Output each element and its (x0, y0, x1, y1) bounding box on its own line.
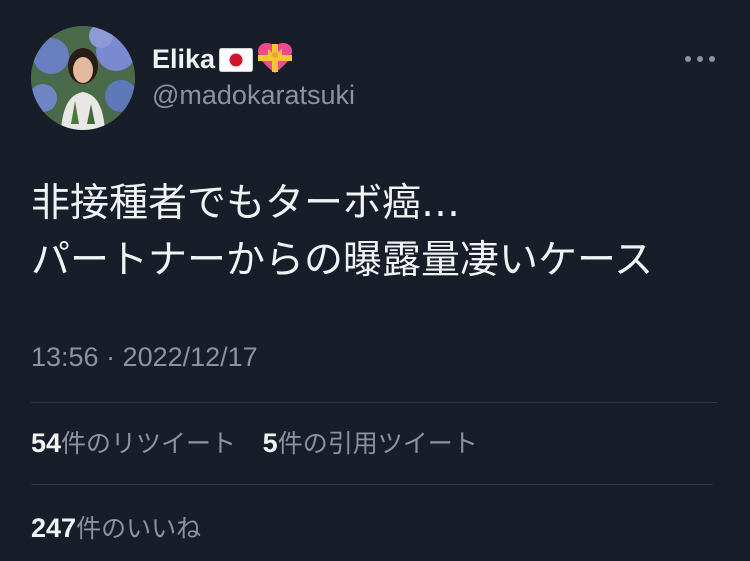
tweet-body: 非接種者でもターボ癌… パートナーからの曝露量凄いケース (31, 175, 653, 289)
retweet-stats-row: 54件のリツイート 5件の引用ツイート (31, 424, 496, 460)
display-name[interactable]: Elika (152, 42, 293, 76)
quotes-count: 5 (262, 428, 278, 458)
heart-with-ribbon-icon (257, 42, 293, 76)
retweets-stat[interactable]: 54件のリツイート (31, 424, 236, 460)
profile-photo-icon (31, 26, 135, 130)
tweet-line-1: 非接種者でもターボ癌… (31, 181, 461, 226)
display-name-text: Elika (152, 43, 216, 74)
quotes-stat[interactable]: 5件の引用ツイート (263, 424, 478, 460)
likes-label: 件のいいね (76, 514, 202, 543)
likes-stats-row: 247件のいいね (31, 509, 219, 545)
divider (31, 402, 717, 403)
retweets-label: 件のリツイート (61, 429, 237, 458)
tweet-detail: Elika @madokaratsuki 非接種者でもターボ癌… パートナーから… (0, 0, 750, 561)
user-handle[interactable]: @madokaratsuki (152, 80, 355, 111)
retweets-count: 54 (31, 428, 62, 458)
avatar[interactable] (31, 26, 135, 130)
likes-count: 247 (31, 513, 77, 543)
more-options-button[interactable] (682, 50, 718, 68)
tweet-timestamp[interactable]: 13:56 · 2022/12/17 (31, 342, 258, 373)
tweet-line-2: パートナーからの曝露量凄いケース (31, 238, 654, 283)
divider (31, 484, 713, 485)
likes-stat[interactable]: 247件のいいね (31, 509, 201, 545)
quotes-label: 件の引用ツイート (277, 429, 478, 458)
more-dots-icon (685, 56, 715, 62)
japan-flag-icon (219, 48, 254, 72)
